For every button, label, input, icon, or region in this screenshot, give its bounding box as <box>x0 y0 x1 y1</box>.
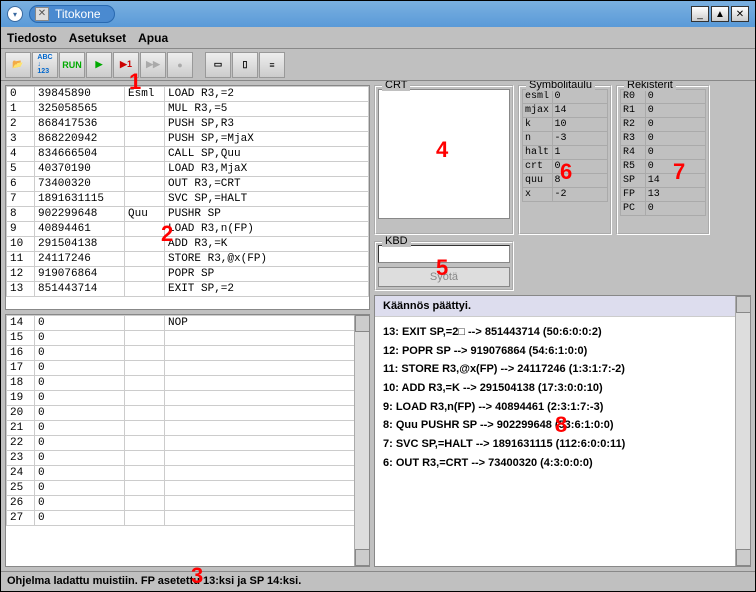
menubar: Tiedosto Asetukset Apua <box>1 27 755 49</box>
table-row[interactable]: 180 <box>7 376 369 391</box>
log-panel[interactable]: Käännös päättyi. 13: EXIT SP,=2□ --> 851… <box>374 295 751 567</box>
compile-button[interactable]: ABC↓123 <box>32 52 58 78</box>
table-row[interactable]: 673400320OUT R3,=CRT <box>7 177 369 192</box>
table-row[interactable]: mjax14 <box>523 104 608 118</box>
view1-button[interactable]: ▭ <box>205 52 231 78</box>
close-button[interactable]: ✕ <box>731 6 749 22</box>
table-row[interactable]: 200 <box>7 406 369 421</box>
table-row[interactable]: 1124117246STORE R3,@x(FP) <box>7 252 369 267</box>
maximize-button[interactable]: ▲ <box>711 6 729 22</box>
table-row[interactable]: R10 <box>621 104 706 118</box>
sym-title: Symbolitaulu <box>526 81 595 91</box>
menu-help[interactable]: Apua <box>138 31 168 45</box>
kbd-panel: KBD Syötä 5 <box>374 241 514 291</box>
table-row[interactable]: k10 <box>523 118 608 132</box>
stop-button[interactable]: ● <box>167 52 193 78</box>
log-line: 12: POPR SP --> 919076864 (54:6:1:0:0) <box>383 342 742 361</box>
scrollbar[interactable] <box>354 315 369 566</box>
table-row[interactable]: 220 <box>7 436 369 451</box>
log-header: Käännös päättyi. <box>375 296 750 317</box>
table-row[interactable]: 13851443714EXIT SP,=2 <box>7 282 369 297</box>
table-row[interactable]: 210 <box>7 421 369 436</box>
table-row[interactable]: 150 <box>7 331 369 346</box>
table-row[interactable]: 250 <box>7 481 369 496</box>
log-line: 10: ADD R3,=K --> 291504138 (17:3:0:0:10… <box>383 379 742 398</box>
log-line: 7: SVC SP,=HALT --> 1891631115 (112:6:0:… <box>383 435 742 454</box>
table-row[interactable]: n-3 <box>523 132 608 146</box>
table-row[interactable]: halt1 <box>523 146 608 160</box>
menu-file[interactable]: Tiedosto <box>7 31 57 45</box>
fast-forward-button[interactable]: ▶▶ <box>140 52 166 78</box>
table-row[interactable]: SP14 <box>621 174 706 188</box>
table-row[interactable]: R30 <box>621 132 706 146</box>
view3-button[interactable]: ≡ <box>259 52 285 78</box>
step-one-button[interactable]: ▶1 <box>113 52 139 78</box>
table-row[interactable]: 8902299648QuuPUSHR SP <box>7 207 369 222</box>
table-row[interactable]: 940894461LOAD R3,n(FP) <box>7 222 369 237</box>
titlebar: ▾ ✕ Titokone _ ▲ ✕ <box>1 1 755 27</box>
window-title: Titokone <box>55 7 101 21</box>
table-row[interactable]: R40 <box>621 146 706 160</box>
crt-display <box>378 89 510 219</box>
table-row[interactable]: 12919076864POPR SP <box>7 267 369 282</box>
table-row[interactable]: 240 <box>7 466 369 481</box>
log-body: 13: EXIT SP,=2□ --> 851443714 (50:6:0:0:… <box>375 317 750 479</box>
view2-button[interactable]: ▯ <box>232 52 258 78</box>
crt-panel: CRT 4 <box>374 85 514 235</box>
table-row[interactable]: crt0 <box>523 160 608 174</box>
symbol-table-panel: Symbolitaulu esml0mjax14k10n-3halt1crt0q… <box>518 85 612 235</box>
toolbar: 📂 ABC↓123 RUN ▶ ▶1 ▶▶ ● ▭ ▯ ≡ 1 <box>1 49 755 81</box>
minimize-button[interactable]: _ <box>691 6 709 22</box>
table-row[interactable]: R20 <box>621 118 706 132</box>
window-menu-icon[interactable]: ▾ <box>7 6 23 22</box>
table-row[interactable]: 230 <box>7 451 369 466</box>
register-panel: Rekisterit R00R10R20R30R40R50SP14FP13PC0… <box>616 85 710 235</box>
table-row[interactable]: 170 <box>7 361 369 376</box>
status-bar: Ohjelma ladattu muistiin. FP asetettu 13… <box>1 571 755 591</box>
table-row[interactable]: 1325058565MUL R3,=5 <box>7 102 369 117</box>
log-line: 9: LOAD R3,n(FP) --> 40894461 (2:3:1:7:-… <box>383 398 742 417</box>
app-window: ▾ ✕ Titokone _ ▲ ✕ Tiedosto Asetukset Ap… <box>0 0 756 592</box>
log-line: 6: OUT R3,=CRT --> 73400320 (4:3:0:0:0) <box>383 454 742 473</box>
title-pill: ✕ Titokone <box>29 5 115 23</box>
table-row[interactable]: 160 <box>7 346 369 361</box>
code-table[interactable]: 039845890EsmlLOAD R3,=21325058565MUL R3,… <box>5 85 370 310</box>
crt-title: CRT <box>382 81 410 91</box>
table-row[interactable]: R50 <box>621 160 706 174</box>
table-row[interactable]: 039845890EsmlLOAD R3,=2 <box>7 87 369 102</box>
status-text: Ohjelma ladattu muistiin. FP asetettu 13… <box>7 575 301 587</box>
table-row[interactable]: 10291504138ADD R3,=K <box>7 237 369 252</box>
memory-table[interactable]: 140NOP1501601701801902002102202302402502… <box>5 314 370 567</box>
kbd-input[interactable] <box>378 245 510 263</box>
table-row[interactable]: 190 <box>7 391 369 406</box>
table-row[interactable]: 3868220942PUSH SP,=MjaX <box>7 132 369 147</box>
kbd-submit-button[interactable]: Syötä <box>378 267 510 287</box>
open-button[interactable]: 📂 <box>5 52 31 78</box>
scrollbar[interactable] <box>735 296 750 566</box>
menu-settings[interactable]: Asetukset <box>69 31 126 45</box>
table-row[interactable]: 540370190LOAD R3,MjaX <box>7 162 369 177</box>
reg-title: Rekisterit <box>624 81 676 91</box>
main-area: 039845890EsmlLOAD R3,=21325058565MUL R3,… <box>1 81 755 571</box>
table-row[interactable]: PC0 <box>621 202 706 216</box>
table-row[interactable]: 270 <box>7 511 369 526</box>
log-line: 11: STORE R3,@x(FP) --> 24117246 (1:3:1:… <box>383 360 742 379</box>
log-line: 13: EXIT SP,=2□ --> 851443714 (50:6:0:0:… <box>383 323 742 342</box>
table-row[interactable]: esml0 <box>523 90 608 104</box>
log-line: 8: Quu PUSHR SP --> 902299648 (53:6:1:0:… <box>383 416 742 435</box>
step-button[interactable]: ▶ <box>86 52 112 78</box>
table-row[interactable]: R00 <box>621 90 706 104</box>
table-row[interactable]: FP13 <box>621 188 706 202</box>
table-row[interactable]: 4834666504CALL SP,Quu <box>7 147 369 162</box>
table-row[interactable]: quu8 <box>523 174 608 188</box>
table-row[interactable]: 2868417536PUSH SP,R3 <box>7 117 369 132</box>
table-row[interactable]: 71891631115SVC SP,=HALT <box>7 192 369 207</box>
table-row[interactable]: 260 <box>7 496 369 511</box>
app-icon: ✕ <box>35 7 49 21</box>
table-row[interactable]: 140NOP <box>7 316 369 331</box>
table-row[interactable]: x-2 <box>523 188 608 202</box>
kbd-title: KBD <box>382 235 411 247</box>
run-button[interactable]: RUN <box>59 52 85 78</box>
